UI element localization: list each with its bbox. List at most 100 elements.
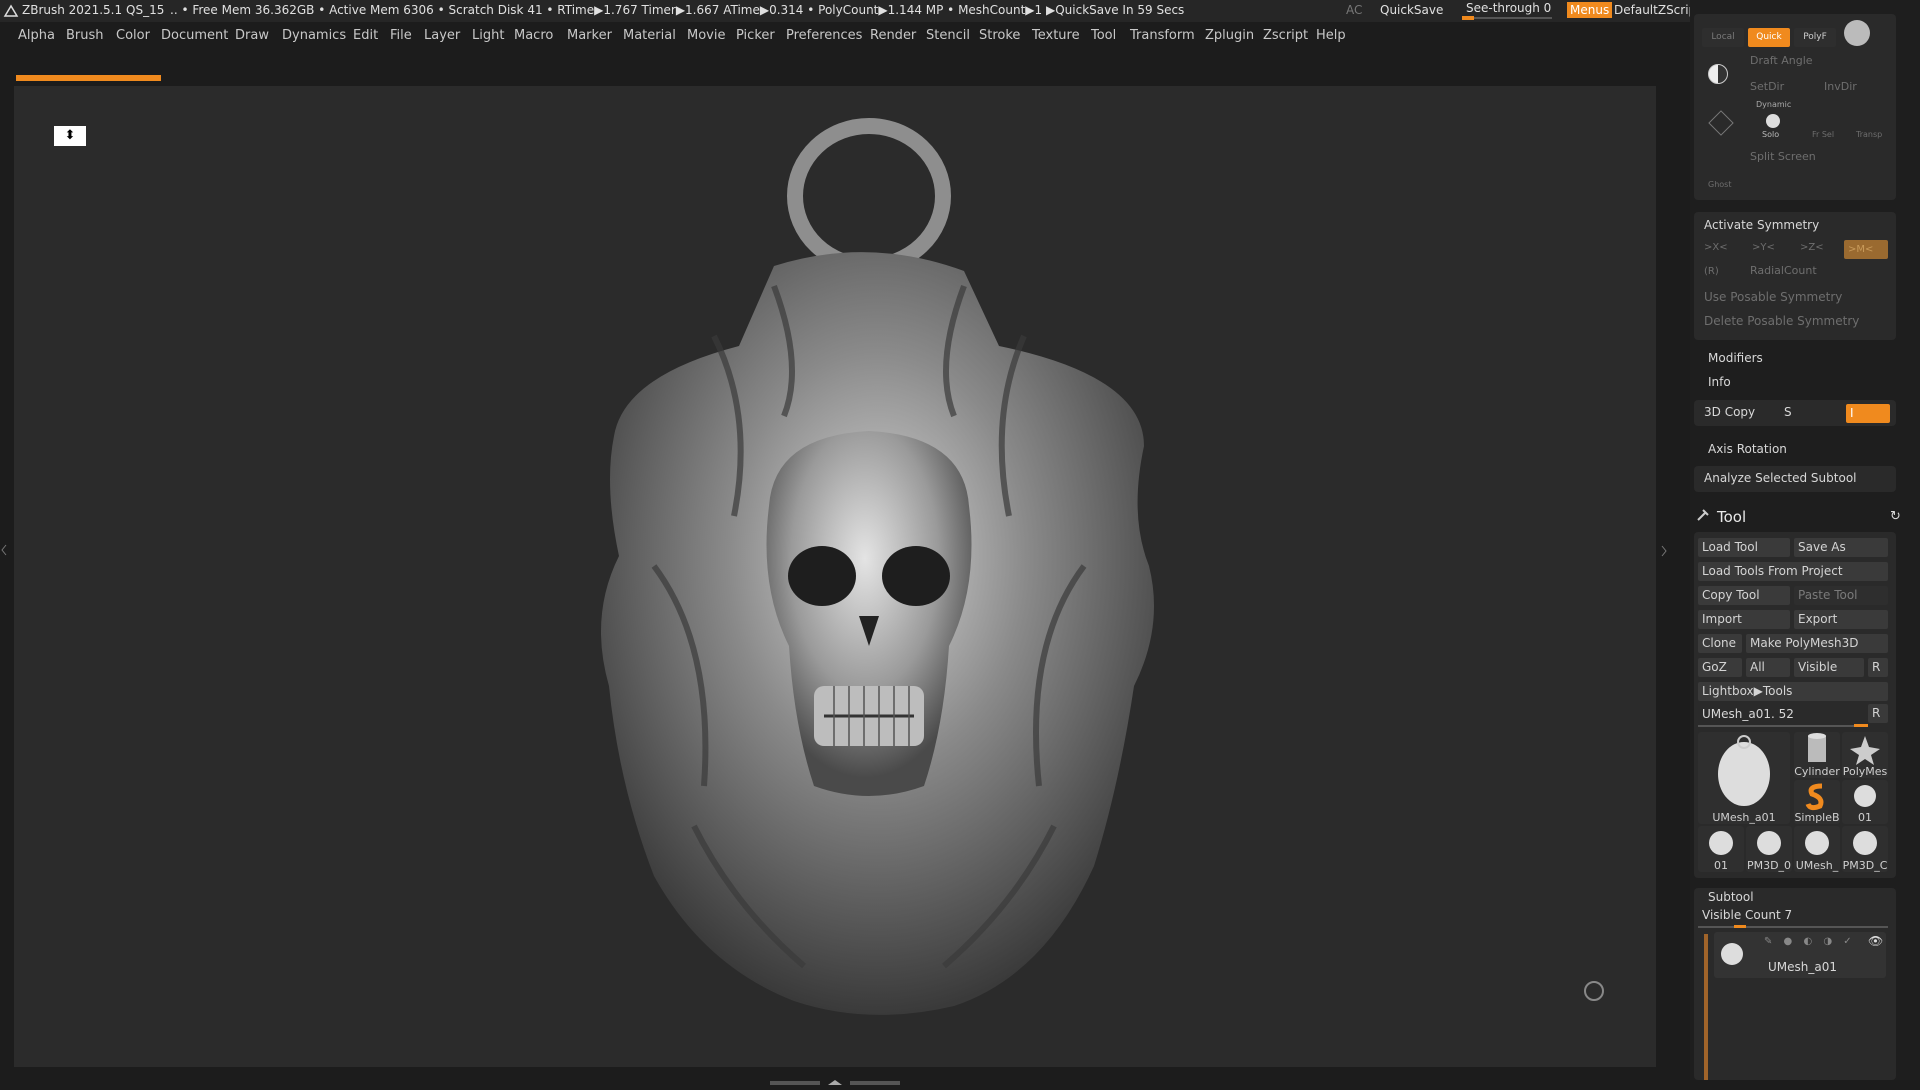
contrast-icon[interactable] <box>1708 64 1728 84</box>
menu-material[interactable]: Material <box>623 28 676 43</box>
invdir-button[interactable]: InvDir <box>1824 80 1857 93</box>
use-posable-symmetry-button[interactable]: Use Posable Symmetry <box>1704 290 1842 304</box>
polyf-button[interactable]: PolyF <box>1794 28 1836 47</box>
save-as-button[interactable]: Save As <box>1794 538 1888 557</box>
ghost-button[interactable]: Ghost <box>1708 180 1731 189</box>
tool-thumb-cylinder[interactable]: Cylinder <box>1794 732 1840 778</box>
menu-stroke[interactable]: Stroke <box>979 28 1020 43</box>
menu-document[interactable]: Document <box>161 28 228 43</box>
material-sphere-icon[interactable] <box>1844 20 1870 46</box>
menu-marker[interactable]: Marker <box>567 28 612 43</box>
subtool-scrollbar[interactable] <box>1704 934 1708 1080</box>
menu-edit[interactable]: Edit <box>353 28 378 43</box>
visible-count-slider[interactable]: Visible Count 7 <box>1702 908 1792 922</box>
tool-thumb-polymesh[interactable]: PolyMes <box>1842 732 1888 778</box>
tool-thumb-01a[interactable]: 01 <box>1842 780 1888 824</box>
menu-texture[interactable]: Texture <box>1032 28 1080 43</box>
copy3d-i-button[interactable]: I <box>1846 404 1890 423</box>
fr-sel-button[interactable]: Fr Sel <box>1812 130 1834 139</box>
goz-visible-button[interactable]: Visible <box>1794 658 1864 677</box>
paste-tool-button[interactable]: Paste Tool <box>1794 586 1888 605</box>
tool-thumb-01b[interactable]: 01 <box>1698 826 1744 872</box>
load-tools-from-project-button[interactable]: Load Tools From Project <box>1698 562 1888 581</box>
lightbox-tools-button[interactable]: Lightbox▶Tools <box>1698 682 1888 701</box>
import-button[interactable]: Import <box>1698 610 1790 629</box>
tool-thumb-simpleb[interactable]: SimpleB <box>1794 780 1840 824</box>
tool-thumb-umesh[interactable]: UMesh_ <box>1794 826 1840 872</box>
transp-button[interactable]: Transp <box>1856 130 1882 139</box>
clone-button[interactable]: Clone <box>1698 634 1742 653</box>
subtool-item[interactable]: ✎ ● ◐ ◑ ✓ 👁 UMesh_a01 <box>1714 932 1886 978</box>
menu-draw[interactable]: Draw <box>235 28 269 43</box>
goz-all-button[interactable]: All <box>1746 658 1790 677</box>
menu-movie[interactable]: Movie <box>687 28 725 43</box>
menu-alpha[interactable]: Alpha <box>18 28 55 43</box>
draft-angle-slider[interactable]: Draft Angle <box>1750 54 1813 67</box>
ac-label[interactable]: AC <box>1346 3 1362 17</box>
cube-icon[interactable] <box>1708 110 1734 136</box>
project-name[interactable]: QS_15 <box>126 3 164 17</box>
subtool-toggle-icons[interactable]: ✎ ● ◐ ◑ ✓ <box>1764 936 1856 947</box>
menu-transform[interactable]: Transform <box>1130 28 1195 43</box>
tool-thumb-pm3d-a[interactable]: PM3D_0 <box>1746 826 1792 872</box>
menu-tool[interactable]: Tool <box>1091 28 1116 43</box>
sym-r-button[interactable]: (R) <box>1704 266 1719 277</box>
menu-help[interactable]: Help <box>1316 28 1346 43</box>
menu-brush[interactable]: Brush <box>66 28 104 43</box>
menu-zplugin[interactable]: Zplugin <box>1205 28 1254 43</box>
sym-y-button[interactable]: >Y< <box>1752 242 1775 253</box>
skull-pendant-model[interactable] <box>14 86 1656 1067</box>
tool-title[interactable]: Tool <box>1717 508 1746 526</box>
menu-macro[interactable]: Macro <box>514 28 553 43</box>
right-tray-handle[interactable] <box>1658 86 1688 1067</box>
menu-picker[interactable]: Picker <box>736 28 775 43</box>
analyze-subtool-button[interactable]: Analyze Selected Subtool <box>1704 471 1857 485</box>
subtool-header[interactable]: Subtool <box>1708 890 1754 904</box>
current-tool-r-button[interactable]: R <box>1868 704 1888 723</box>
load-tool-button[interactable]: Load Tool <box>1698 538 1790 557</box>
default-zscript[interactable]: DefaultZScript <box>1614 3 1701 17</box>
left-tray-handle[interactable] <box>0 490 8 610</box>
menu-layer[interactable]: Layer <box>424 28 460 43</box>
menu-color[interactable]: Color <box>116 28 150 43</box>
radial-count-slider[interactable]: RadialCount <box>1750 264 1817 277</box>
menu-zscript[interactable]: Zscript <box>1263 28 1308 43</box>
delete-posable-symmetry-button[interactable]: Delete Posable Symmetry <box>1704 314 1859 328</box>
sym-z-button[interactable]: >Z< <box>1800 242 1824 253</box>
goz-r-button[interactable]: R <box>1868 658 1888 677</box>
tool-thumb-main[interactable]: UMesh_a01 <box>1698 732 1790 824</box>
see-through-slider[interactable]: See-through 0 <box>1466 1 1551 15</box>
export-button[interactable]: Export <box>1794 610 1888 629</box>
sym-x-button[interactable]: >X< <box>1704 242 1728 253</box>
copy-tool-button[interactable]: Copy Tool <box>1698 586 1790 605</box>
tool-refresh-icon[interactable]: ↻ <box>1890 509 1901 524</box>
menu-file[interactable]: File <box>390 28 412 43</box>
activate-symmetry-button[interactable]: Activate Symmetry <box>1704 218 1819 232</box>
subtool-eye-icon[interactable]: 👁 <box>1868 934 1883 948</box>
info-header[interactable]: Info <box>1708 375 1731 389</box>
solo-button[interactable]: Solo <box>1762 130 1779 139</box>
bottom-tray-handle[interactable] <box>770 1071 900 1085</box>
menu-render[interactable]: Render <box>870 28 916 43</box>
tool-thumb-pm3d-b[interactable]: PM3D_C <box>1842 826 1888 872</box>
quicksave-button[interactable]: QuickSave <box>1380 3 1443 17</box>
menu-stencil[interactable]: Stencil <box>926 28 970 43</box>
modifiers-header[interactable]: Modifiers <box>1708 351 1763 365</box>
sym-m-button[interactable]: >M< <box>1844 240 1888 259</box>
setdir-button[interactable]: SetDir <box>1750 80 1784 93</box>
menu-light[interactable]: Light <box>472 28 504 43</box>
current-tool-slider[interactable]: UMesh_a01. 52 <box>1702 707 1794 721</box>
menu-preferences[interactable]: Preferences <box>786 28 862 43</box>
local-button[interactable]: Local <box>1702 28 1744 47</box>
3d-copy-button[interactable]: 3D Copy <box>1704 405 1755 419</box>
solo-icon[interactable] <box>1766 114 1780 128</box>
menu-dynamics[interactable]: Dynamics <box>282 28 346 43</box>
axis-rotation-header[interactable]: Axis Rotation <box>1708 442 1787 456</box>
make-polymesh3d-button[interactable]: Make PolyMesh3D <box>1746 634 1888 653</box>
menus-toggle[interactable]: Menus <box>1567 2 1613 18</box>
goz-button[interactable]: GoZ <box>1698 658 1742 677</box>
copy3d-s-button[interactable]: S <box>1784 405 1792 419</box>
document-canvas[interactable]: ⬍ <box>14 86 1656 1067</box>
quick-button[interactable]: Quick <box>1748 28 1790 47</box>
split-screen-button[interactable]: Split Screen <box>1750 150 1816 163</box>
